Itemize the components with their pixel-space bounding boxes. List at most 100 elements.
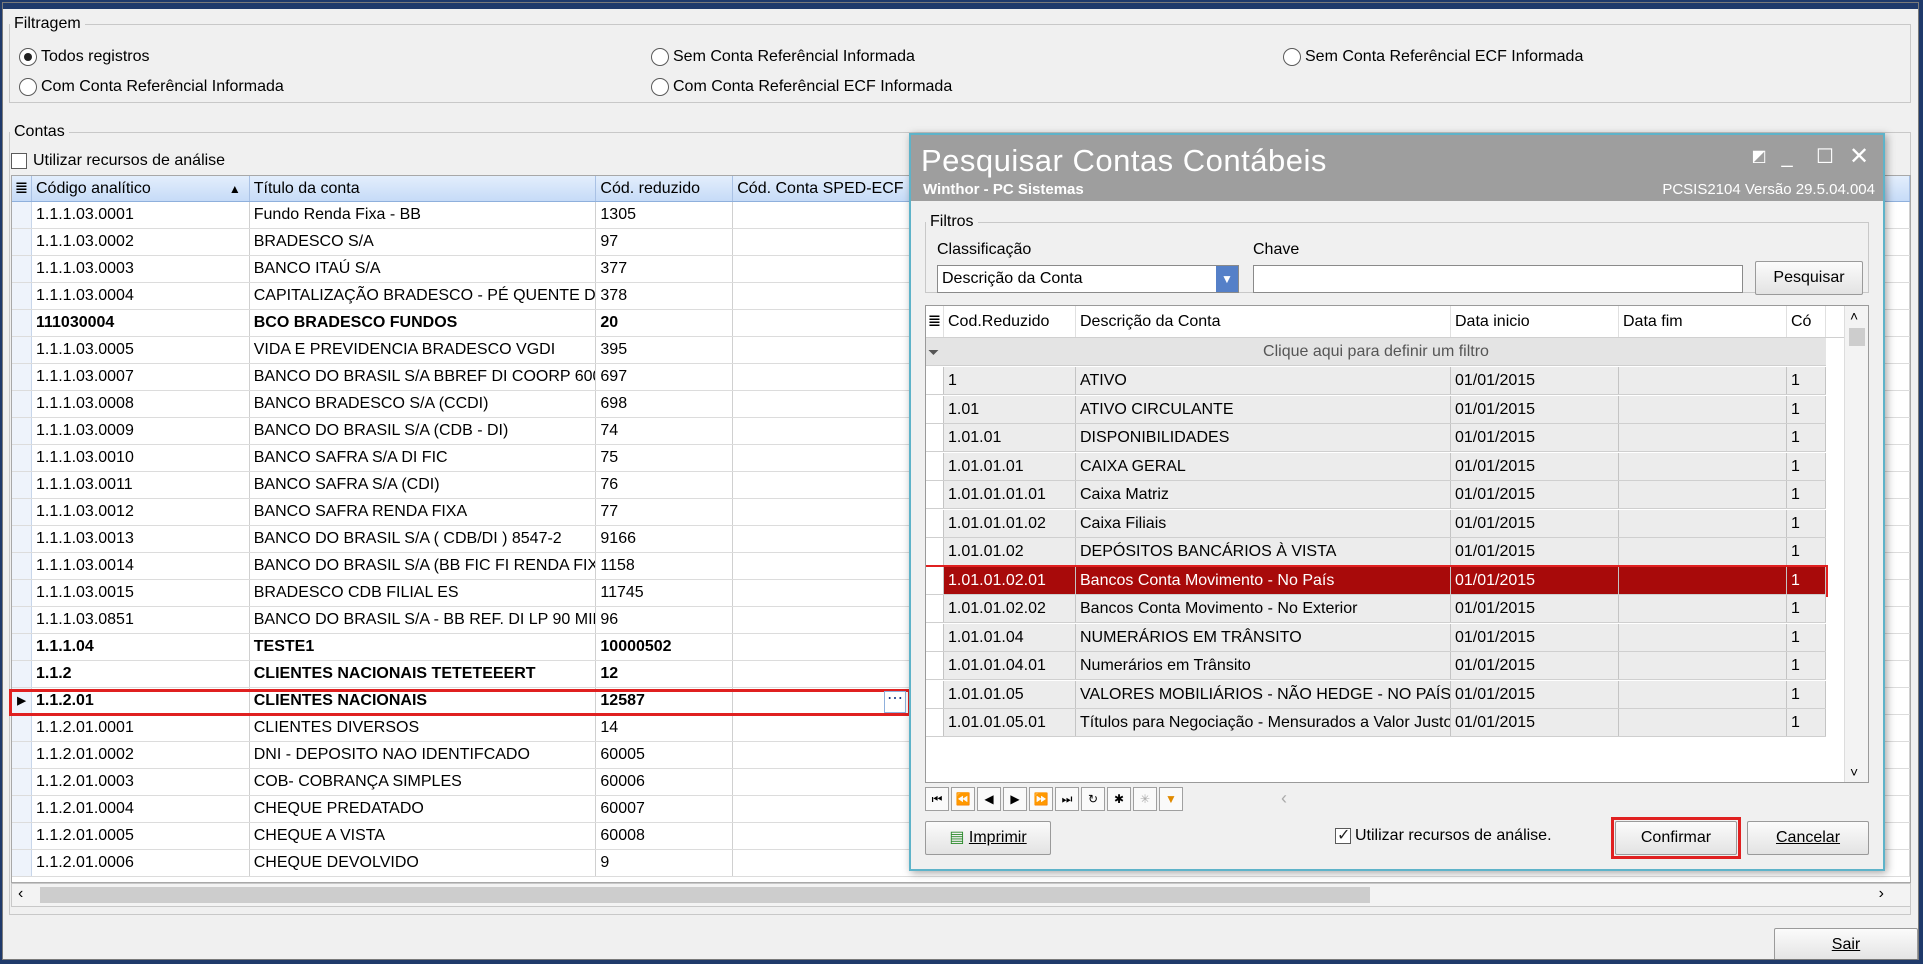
cell-codigo: 1 [1787, 509, 1826, 537]
edit-icon[interactable]: ◩ [1747, 145, 1771, 169]
result-row[interactable]: 1.01.01.05 VALORES MOBILIÁRIOS - NÃO HEDG… [926, 680, 1826, 709]
chevron-down-icon[interactable]: ▼ [1216, 266, 1238, 292]
col-cod-reduzido[interactable]: Cod.Reduzido [944, 306, 1076, 337]
radio-sem-conta-ref-ecf[interactable]: Sem Conta Referêncial ECF Informada [1283, 48, 1583, 66]
row-indicator [12, 310, 32, 336]
cell-codigo: 1.1.1.03.0008 [32, 391, 250, 417]
chave-input[interactable] [1253, 265, 1743, 293]
result-row[interactable]: 1.01 ATIVO CIRCULANTE 01/01/2015 1 [926, 395, 1826, 424]
cell-codigo: 1.1.1.03.0003 [32, 256, 250, 282]
filter-hint: Clique aqui para definir um filtro [1263, 343, 1489, 360]
col-cod-reduzido[interactable]: Cód. reduzido [596, 176, 734, 201]
radio-com-conta-ref-ecf[interactable]: Com Conta Referêncial ECF Informada [651, 78, 952, 96]
col-data-fim[interactable]: Data fim [1619, 306, 1787, 337]
minimize-icon[interactable]: _ [1775, 145, 1799, 169]
cell-reduzido: 11745 [596, 580, 734, 606]
cell-data-fim [1619, 623, 1787, 651]
column-chooser-icon[interactable]: ≣ [926, 306, 944, 337]
result-row[interactable]: 1.01.01.01 CAIXA GERAL 01/01/2015 1 [926, 452, 1826, 481]
cell-descricao: CAIXA GERAL [1076, 452, 1451, 480]
col-titulo[interactable]: Título da conta [250, 176, 597, 201]
scroll-thumb[interactable] [40, 887, 1370, 903]
radio-off-icon [651, 78, 669, 96]
cell-data-fim [1619, 538, 1787, 565]
cell-reduzido: 60006 [596, 769, 734, 795]
print-button[interactable]: ▤ Imprimir [925, 821, 1051, 855]
result-row[interactable]: 1.01.01 DISPONIBILIDADES 01/01/2015 1 [926, 424, 1826, 452]
result-row[interactable]: 1.01.01.02 DEPÓSITOS BANCÁRIOS À VISTA 01/… [926, 538, 1826, 566]
cell-codigo: 1 [1787, 680, 1826, 708]
cell-titulo: VIDA E PREVIDENCIA BRADESCO VGDI [250, 337, 597, 363]
result-row[interactable]: 1.01.01.01.01 Caixa Matriz 01/01/2015 1 [926, 481, 1826, 509]
cell-cod-reduzido: 1.01.01.02 [944, 538, 1076, 565]
last-page-icon[interactable]: ⏭ [1055, 787, 1079, 811]
col-descricao[interactable]: Descrição da Conta [1076, 306, 1451, 337]
col-data-inicio[interactable]: Data inicio [1451, 306, 1619, 337]
row-indicator [926, 509, 944, 537]
window-top-border [3, 3, 1918, 9]
result-vscrollbar[interactable]: ˄ ˅ [1844, 306, 1868, 782]
grid-hscrollbar[interactable]: ‹ › [11, 883, 1911, 907]
radio-com-conta-ref[interactable]: Com Conta Referêncial Informada [19, 78, 284, 96]
cell-data-inicio: 01/01/2015 [1451, 595, 1619, 622]
filter-row[interactable]: ⏷ Clique aqui para definir um filtro [926, 338, 1826, 366]
cell-titulo: CHEQUE PREDATADO [250, 796, 597, 822]
col-codigo[interactable]: Có [1787, 306, 1826, 337]
exit-button[interactable]: Sair [1774, 928, 1918, 959]
filter-icon[interactable]: ⏷ [928, 338, 939, 366]
classificacao-select[interactable]: Descrição da Conta ▼ [937, 265, 1239, 293]
cell-titulo: BCO BRADESCO FUNDOS [250, 310, 597, 336]
cell-titulo: BANCO DO BRASIL S/A BBREF DI COORP 600M [250, 364, 597, 390]
cell-codigo: 1.1.1.03.0012 [32, 499, 250, 525]
col-codigo-analitico[interactable]: Código analítico ▲ [32, 176, 250, 201]
prev-record-icon[interactable]: ◀ [977, 787, 1001, 811]
cell-titulo: BANCO SAFRA S/A DI FIC [250, 445, 597, 471]
cell-titulo: BANCO BRADESCO S/A (CCDI) [250, 391, 597, 417]
refresh-icon[interactable]: ↻ [1081, 787, 1105, 811]
cell-reduzido: 12 [596, 661, 734, 687]
result-row[interactable]: 1.01.01.01.02 Caixa Filiais 01/01/2015 1 [926, 509, 1826, 538]
prev-page-icon[interactable]: ⏪ [951, 787, 975, 811]
result-row[interactable]: 1.01.01.04 NUMERÁRIOS EM TRÂNSITO 01/01/20… [926, 623, 1826, 652]
analysis-checkbox[interactable]: Utilizar recursos de análise [11, 152, 225, 170]
cell-data-fim [1619, 452, 1787, 480]
filter-funnel-icon[interactable]: ▼ [1159, 787, 1183, 811]
accounts-result-grid[interactable]: ≣ Cod.Reduzido Descrição da Conta Data i… [925, 305, 1869, 783]
next-page-icon[interactable]: ⏩ [1029, 787, 1053, 811]
scroll-up-icon[interactable]: ˄ [1850, 308, 1858, 324]
result-row[interactable]: 1.01.01.05.01 Títulos para Negociação - M… [926, 709, 1826, 737]
column-chooser-icon[interactable]: ≣ [12, 176, 32, 201]
scroll-down-icon[interactable]: ˅ [1850, 764, 1858, 780]
ellipsis-button[interactable]: ⋯ [884, 691, 906, 713]
dialog-analysis-checkbox[interactable]: Utilizar recursos de análise. [1335, 825, 1552, 845]
result-row[interactable]: 1.01.01.02.01 Bancos Conta Movimento - No… [926, 564, 1828, 597]
row-indicator [12, 742, 32, 768]
close-icon[interactable]: ✕ [1847, 145, 1871, 169]
cell-data-inicio: 01/01/2015 [1451, 680, 1619, 708]
clear-icon[interactable]: ✳ [1133, 787, 1157, 811]
cell-codigo: 1.1.2.01.0006 [32, 850, 250, 876]
insert-icon[interactable]: ✱ [1107, 787, 1131, 811]
radio-sem-conta-ref[interactable]: Sem Conta Referêncial Informada [651, 48, 915, 66]
maximize-icon[interactable]: ☐ [1813, 145, 1837, 169]
next-record-icon[interactable]: ▶ [1003, 787, 1027, 811]
scroll-left-icon[interactable]: ‹ [18, 885, 23, 903]
scroll-thumb[interactable] [1849, 328, 1865, 346]
highlight-box: ⋯ [9, 689, 911, 716]
search-button[interactable]: Pesquisar [1755, 261, 1863, 295]
cell-codigo: 1.1.1.03.0009 [32, 418, 250, 444]
cancel-button[interactable]: Cancelar [1747, 821, 1869, 855]
first-page-icon[interactable]: ⏮ [925, 787, 949, 811]
hscroll-left-icon[interactable]: ‹ [1281, 788, 1287, 809]
cell-titulo: BANCO DO BRASIL S/A ( CDB/DI ) 8547-2 [250, 526, 597, 552]
cell-titulo: CHEQUE DEVOLVIDO [250, 850, 597, 876]
scroll-right-icon[interactable]: › [1879, 885, 1884, 903]
cell-data-fim [1619, 566, 1787, 594]
result-row[interactable]: 1 ATIVO 01/01/2015 1 [926, 367, 1826, 395]
radio-todos-registros[interactable]: Todos registros [19, 48, 150, 66]
result-row[interactable]: 1.01.01.02.02 Bancos Conta Movimento - No… [926, 595, 1826, 623]
cell-reduzido: 96 [596, 607, 734, 633]
row-indicator [926, 395, 944, 423]
row-indicator [12, 661, 32, 687]
result-row[interactable]: 1.01.01.04.01 Numerários em Trânsito 01/01… [926, 652, 1826, 680]
